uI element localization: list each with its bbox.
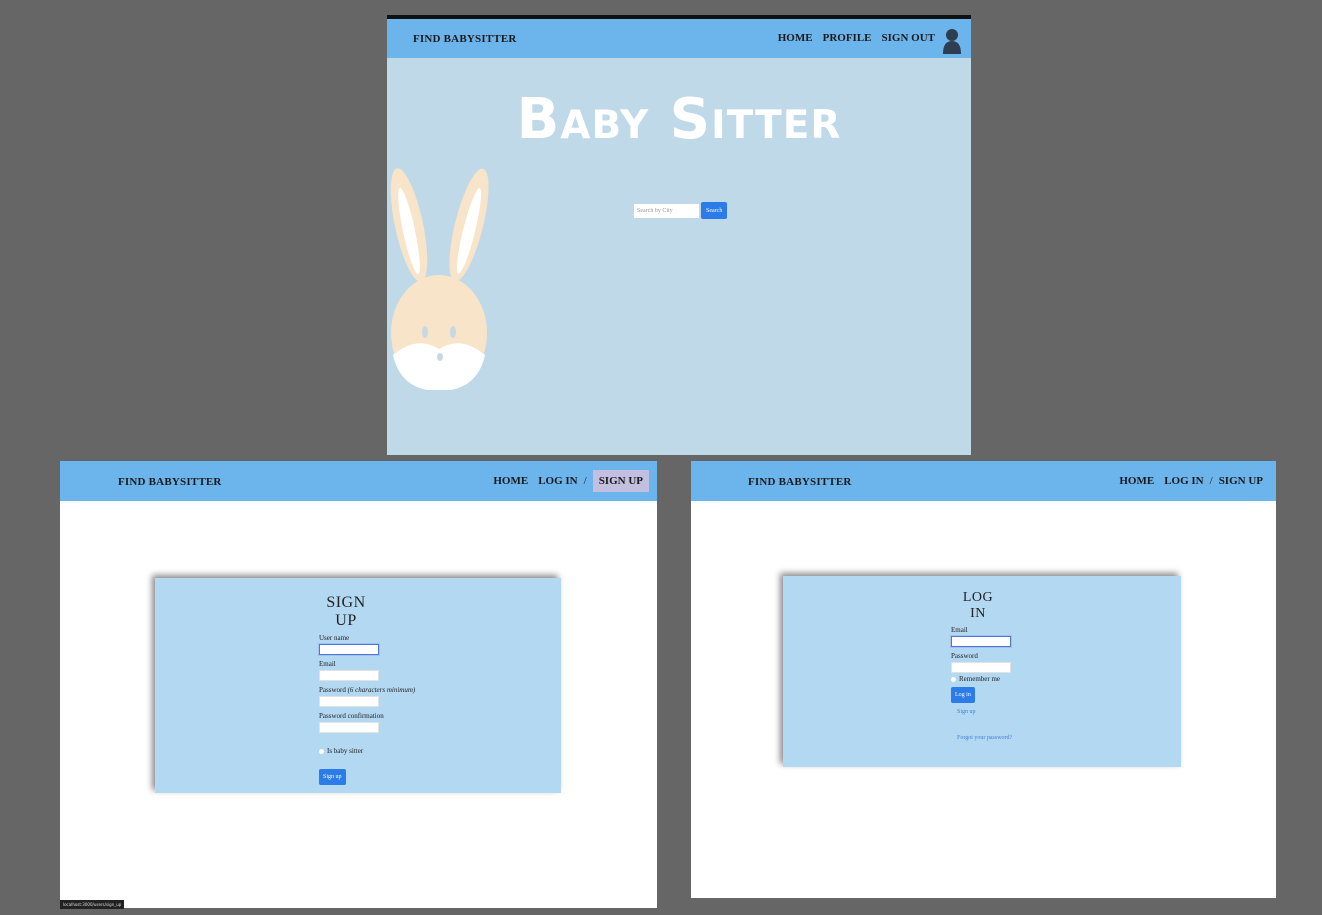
nav-links: HOME LOG IN / SIGN UP [1119,475,1263,487]
navbar: FIND BABYSITTER HOME LOG IN / SIGN UP [691,461,1276,501]
user-name-input[interactable] [319,644,379,655]
nav-links: HOME PROFILE SIGN OUT [768,32,935,44]
nav-home[interactable]: HOME [778,32,813,44]
form-title: LOG IN [962,590,994,621]
search-bar: Search [634,202,728,219]
user-name-label: User name [319,634,350,642]
nav-separator: / [583,475,587,487]
email-input[interactable] [319,670,379,681]
browser-status-bar: localhost:3000/users/sign_up [60,900,125,909]
login-card: LOG IN Email Password Remember me Log in… [783,576,1181,767]
brand-link[interactable]: FIND BABYSITTER [748,476,852,488]
brand-link[interactable]: FIND BABYSITTER [118,476,222,488]
nav-links: HOME LOG IN / SIGN UP [493,470,649,492]
baby-sitter-checkbox-row[interactable]: Is baby sitter [319,747,415,755]
login-screen: FIND BABYSITTER HOME LOG IN / SIGN UP LO… [691,461,1276,898]
password-label: Password [951,652,978,660]
navbar: FIND BABYSITTER HOME PROFILE SIGN OUT [387,19,971,58]
password-input[interactable] [951,662,1011,673]
search-city-input[interactable] [634,203,699,218]
password-confirmation-input[interactable] [319,722,379,733]
navbar: FIND BABYSITTER HOME LOG IN / SIGN UP [60,461,657,501]
signup-screen: FIND BABYSITTER HOME LOG IN / SIGN UP SI… [60,461,657,908]
password-confirmation-label: Password confirmation [319,712,384,720]
baby-sitter-checkbox[interactable] [319,748,324,754]
home-screen: FIND BABYSITTER HOME PROFILE SIGN OUT Ba… [387,15,971,455]
signup-card: SIGN UP User name Email Password (6 char… [155,578,561,793]
sign-up-link[interactable]: Sign up [957,709,1012,715]
password-input[interactable] [319,696,379,707]
password-label: Password (6 characters minimum) [319,686,415,694]
remember-me-row[interactable]: Remember me [951,675,1012,683]
nav-profile[interactable]: PROFILE [823,32,872,44]
email-label: Email [951,626,968,634]
password-hint: (6 characters minimum) [347,686,416,694]
nav-sign-out[interactable]: SIGN OUT [882,32,936,44]
search-button[interactable]: Search [701,202,728,219]
nav-separator: / [1209,475,1213,487]
nav-sign-up[interactable]: SIGN UP [1219,475,1263,487]
nav-log-in[interactable]: LOG IN [538,475,577,487]
bunny-illustration [390,168,489,390]
forgot-password-link[interactable]: Forgot your password? [957,735,1012,741]
email-label: Email [319,660,336,668]
email-input[interactable] [951,636,1011,647]
sign-up-button[interactable]: Sign up [319,769,346,785]
baby-sitter-label: Is baby sitter [327,747,364,755]
hero-title: Baby Sitter [516,87,842,152]
nav-home[interactable]: HOME [493,475,528,487]
form-title: SIGN UP [326,594,366,629]
signup-form: SIGN UP User name Email Password (6 char… [319,594,415,785]
remember-me-label: Remember me [959,675,1001,683]
nav-log-in[interactable]: LOG IN [1164,475,1203,487]
remember-me-checkbox[interactable] [951,676,956,682]
log-in-button[interactable]: Log in [951,687,975,703]
nav-home[interactable]: HOME [1119,475,1154,487]
login-form: LOG IN Email Password Remember me Log in… [951,590,1012,741]
user-avatar-icon[interactable] [943,28,961,54]
brand-link[interactable]: FIND BABYSITTER [413,33,517,45]
password-label-text: Password [319,686,346,694]
nav-sign-up[interactable]: SIGN UP [592,470,649,492]
